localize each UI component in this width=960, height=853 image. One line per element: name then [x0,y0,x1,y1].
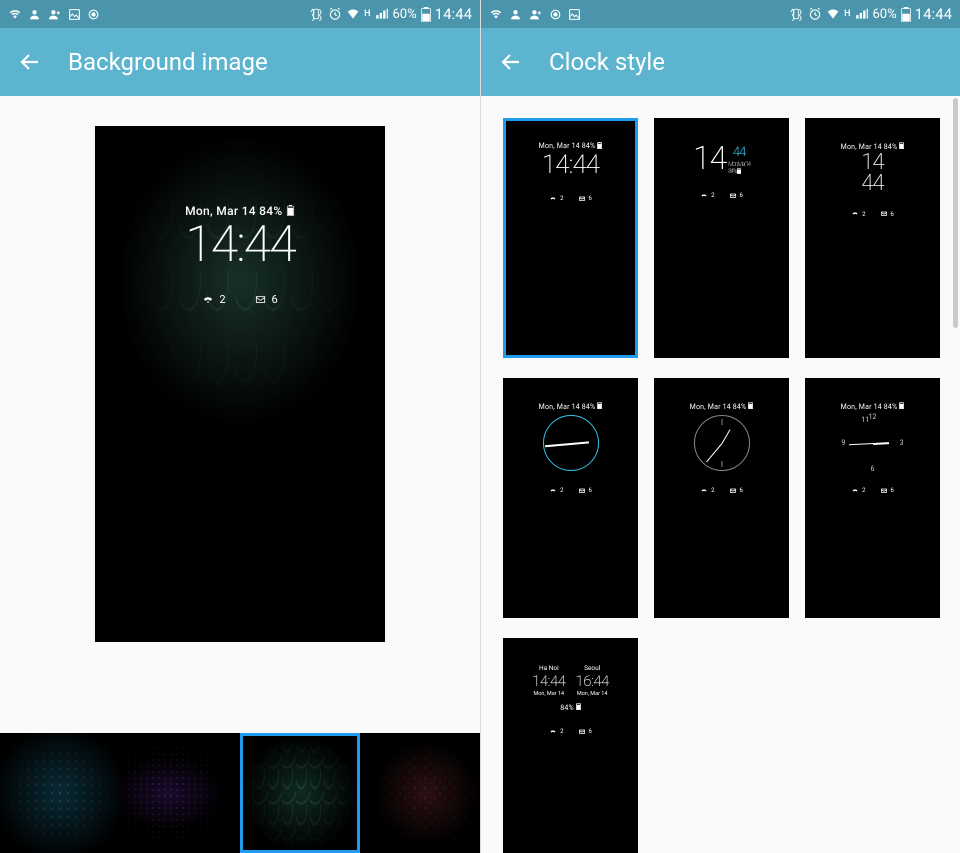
back-icon[interactable] [18,50,42,74]
alarm-icon [808,7,822,21]
wallpaper-thumbnails [0,733,480,853]
battery-pct: 60% [873,7,897,22]
data-type-icon: H [844,9,850,19]
person-add-icon [47,8,62,21]
clock-style-7[interactable]: Ha Noi 14:44 Mon, Mar 14 Seoul 16:44 Mon… [503,638,638,853]
image-icon [568,8,581,21]
status-bar: H 60% 14:44 [481,0,960,28]
mail-icon [578,196,586,202]
wallpaper-preview: Mon, Mar 14 84% 14:44 2 6 [0,96,480,733]
cell-signal-icon [855,7,869,21]
clock-style-grid: Mon, Mar 14 84% 14:44 2 6 14 44 Mon, M [481,96,960,853]
missed-call-icon [549,196,557,202]
preview-notifications: 2 6 [95,293,385,306]
wifi-icon [8,7,22,21]
missed-call-icon [202,295,214,305]
vibrate-icon [308,7,324,21]
vibrate-icon [788,7,804,21]
clock-style-4[interactable]: Mon, Mar 14 84% 2 6 [503,378,638,618]
clock-style-6[interactable]: Mon, Mar 14 84% 1211 369 2 6 [805,378,940,618]
wallpaper-option-1[interactable] [0,733,120,853]
page-title: Clock style [549,48,665,76]
wifi-signal-icon [826,7,840,21]
clock-style-1[interactable]: Mon, Mar 14 84% 14:44 2 6 [503,118,638,358]
pane-background-image: H 60% 14:44 Background image Mon, Mar 14… [0,0,480,853]
cell-signal-icon [375,7,389,21]
clock-style-5[interactable]: Mon, Mar 14 84% 2 6 [654,378,789,618]
status-time: 14:44 [915,5,952,23]
header: Background image [0,28,480,96]
wallpaper-option-2[interactable] [120,733,240,853]
image-icon [68,8,81,21]
pane-clock-style: H 60% 14:44 Clock style Mon, Mar 14 84% … [480,0,960,853]
clock-style-3[interactable]: Mon, Mar 14 84% 1444 2 6 [805,118,940,358]
battery-icon [901,7,911,22]
back-icon[interactable] [499,50,523,74]
wifi-icon [489,7,503,21]
wifi-signal-icon [346,7,360,21]
target-icon [87,8,100,21]
status-time: 14:44 [435,5,472,23]
data-type-icon: H [364,9,370,19]
person-icon [28,8,41,21]
alarm-icon [328,7,342,21]
wallpaper-option-4[interactable] [360,733,480,853]
clock-style-2[interactable]: 14 44 Mon, Mar 1484% 2 6 [654,118,789,358]
wallpaper-option-3[interactable] [240,733,360,853]
battery-icon [421,7,431,22]
target-icon [549,8,562,21]
battery-pct: 60% [393,7,417,22]
person-icon [509,8,522,21]
preview-clock: 14:44 [95,218,385,273]
person-add-icon [528,8,543,21]
page-title: Background image [68,48,268,76]
header: Clock style [481,28,960,96]
mail-icon [254,295,267,305]
status-bar: H 60% 14:44 [0,0,480,28]
